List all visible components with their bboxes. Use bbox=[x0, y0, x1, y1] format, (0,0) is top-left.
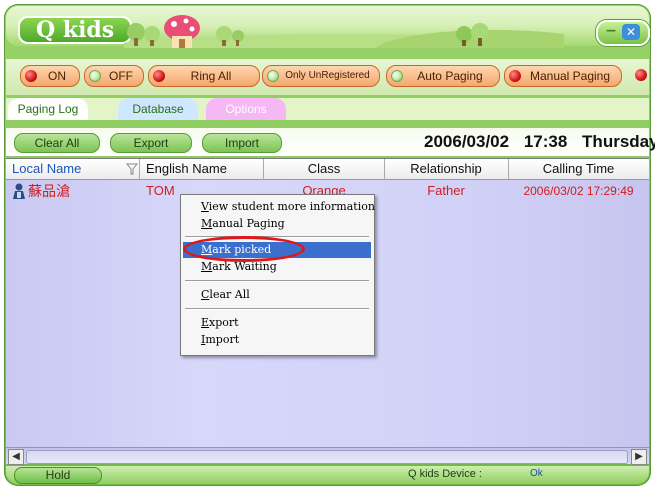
cell-local-name: 蘇品滄 bbox=[28, 183, 70, 199]
column-header-relationship[interactable]: Relationship bbox=[384, 159, 509, 179]
action-bar: Clear All Export Import 2006/03/02 17:38… bbox=[6, 128, 655, 156]
context-menu: View student more information Manual Pag… bbox=[180, 194, 375, 356]
menu-item-clear-all[interactable]: Clear All bbox=[183, 287, 371, 303]
tab-paging-log[interactable]: Paging Log bbox=[8, 98, 88, 120]
tab-database[interactable]: Database bbox=[118, 98, 198, 120]
column-header-calling-time[interactable]: Calling Time bbox=[508, 159, 649, 179]
paging-toolbar: ON OFF Ring All Only UnRegistered Auto P… bbox=[6, 59, 649, 95]
device-status-label: Q kids Device : bbox=[408, 468, 482, 480]
menu-item-manual-paging[interactable]: Manual Paging bbox=[183, 216, 371, 232]
hold-button[interactable]: Hold bbox=[14, 467, 102, 484]
column-header-class[interactable]: Class bbox=[264, 159, 385, 179]
red-indicator-icon bbox=[25, 70, 37, 82]
menu-separator bbox=[185, 308, 369, 310]
export-button[interactable]: Export bbox=[110, 133, 192, 153]
person-icon bbox=[12, 183, 26, 199]
red-indicator-icon bbox=[509, 70, 521, 82]
only-unregistered-button[interactable]: Only UnRegistered bbox=[262, 65, 380, 87]
close-icon[interactable]: ✕ bbox=[622, 24, 640, 40]
clock-weekday: Thursday bbox=[582, 132, 655, 151]
auto-paging-button[interactable]: Auto Paging bbox=[386, 65, 500, 87]
red-indicator-icon bbox=[153, 70, 165, 82]
device-status-value: Ok bbox=[530, 468, 543, 479]
clock-time: 17:38 bbox=[523, 132, 568, 151]
menu-item-mark-waiting[interactable]: Mark Waiting bbox=[183, 259, 371, 275]
off-button[interactable]: OFF bbox=[84, 65, 144, 87]
cell-calling-time: 2006/03/02 17:29:49 bbox=[523, 184, 634, 198]
menu-item-export[interactable]: Export bbox=[183, 315, 371, 331]
ring-all-button[interactable]: Ring All bbox=[148, 65, 260, 87]
clock-date: 2006/03/02 bbox=[424, 132, 510, 151]
minimize-icon[interactable]: − bbox=[604, 24, 618, 38]
menu-item-import[interactable]: Import bbox=[183, 332, 371, 348]
scroll-left-arrow-icon[interactable]: ◀ bbox=[8, 449, 24, 465]
status-bar: Hold Q kids Device : Ok bbox=[6, 466, 649, 484]
title-scene-illustration bbox=[124, 15, 564, 48]
sort-funnel-icon[interactable] bbox=[125, 161, 139, 175]
column-header-english-name[interactable]: English Name bbox=[140, 159, 264, 179]
horizontal-scrollbar[interactable]: ◀ ▶ bbox=[6, 448, 649, 465]
title-bar: Q kids − ✕ bbox=[6, 6, 650, 48]
on-button[interactable]: ON bbox=[20, 65, 80, 87]
red-indicator-icon bbox=[635, 69, 647, 81]
cell-relationship: Father bbox=[427, 183, 465, 198]
manual-paging-button[interactable]: Manual Paging bbox=[504, 65, 622, 87]
scroll-right-arrow-icon[interactable]: ▶ bbox=[631, 449, 647, 465]
app-logo: Q kids bbox=[18, 16, 133, 44]
menu-separator bbox=[185, 280, 369, 282]
green-indicator-icon bbox=[267, 70, 279, 82]
clock-display: 2006/03/02 17:38 Thursday bbox=[424, 132, 655, 152]
window-controls: − ✕ bbox=[596, 20, 650, 46]
tab-options[interactable]: Options bbox=[206, 98, 286, 120]
green-indicator-icon bbox=[391, 70, 403, 82]
tab-bar: Paging Log Database Options bbox=[6, 98, 649, 120]
column-header-local-name[interactable]: Local Name bbox=[6, 159, 140, 179]
green-indicator-icon bbox=[89, 70, 101, 82]
highlight-annotation-oval bbox=[183, 236, 305, 262]
menu-item-view-student-info[interactable]: View student more information bbox=[183, 199, 375, 215]
import-button[interactable]: Import bbox=[202, 133, 282, 153]
scrollbar-thumb[interactable] bbox=[26, 450, 628, 464]
clear-all-button[interactable]: Clear All bbox=[14, 133, 100, 153]
qkids-app-window: Q kids − ✕ ON OFF Ring All Only UnRegist… bbox=[0, 0, 655, 490]
table-header: Local Name English Name Class Relationsh… bbox=[6, 159, 649, 180]
